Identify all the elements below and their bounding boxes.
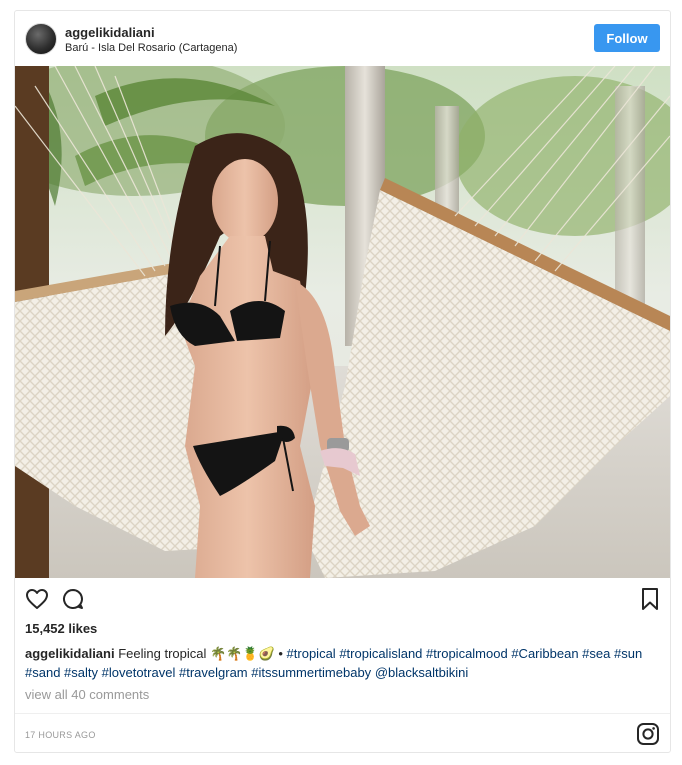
hashtag-link[interactable]: #tropical bbox=[287, 646, 336, 661]
instagram-icon[interactable] bbox=[636, 722, 660, 746]
hashtag-link[interactable]: #itssummertimebaby bbox=[251, 665, 371, 680]
mention-link[interactable]: @blacksaltbikini bbox=[375, 665, 468, 680]
divider bbox=[15, 713, 670, 714]
bookmark-icon[interactable] bbox=[636, 585, 664, 613]
caption-emoji: 🌴🌴🍍🥑 • bbox=[210, 646, 283, 661]
caption: aggelikidaliani Feeling tropical 🌴🌴🍍🥑 • … bbox=[25, 644, 665, 682]
post-photo-illustration bbox=[15, 66, 670, 578]
hashtag-link[interactable]: #sand bbox=[25, 665, 60, 680]
caption-username[interactable]: aggelikidaliani bbox=[25, 646, 115, 661]
post-header: aggelikidaliani Barú - Isla Del Rosario … bbox=[15, 11, 670, 67]
post-actions bbox=[15, 585, 670, 615]
hashtag-link[interactable]: #travelgram bbox=[179, 665, 248, 680]
caption-text: Feeling tropical bbox=[118, 646, 207, 661]
hashtag-link[interactable]: #sea bbox=[582, 646, 610, 661]
hashtag-link[interactable]: #salty bbox=[64, 665, 98, 680]
username-link[interactable]: aggelikidaliani bbox=[65, 25, 237, 40]
post-photo[interactable] bbox=[15, 66, 670, 578]
comment-icon[interactable] bbox=[59, 585, 87, 613]
hashtag-link[interactable]: #lovetotravel bbox=[102, 665, 176, 680]
likes-count[interactable]: 15,452 likes bbox=[25, 621, 97, 636]
hashtag-link[interactable]: #tropicalmood bbox=[426, 646, 508, 661]
instagram-embed-card: aggelikidaliani Barú - Isla Del Rosario … bbox=[14, 10, 671, 753]
location-link[interactable]: Barú - Isla Del Rosario (Cartagena) bbox=[65, 41, 237, 56]
user-block: aggelikidaliani Barú - Isla Del Rosario … bbox=[65, 25, 237, 56]
hashtag-link[interactable]: #Caribbean bbox=[511, 646, 578, 661]
hashtag-link[interactable]: #sun bbox=[614, 646, 642, 661]
follow-button[interactable]: Follow bbox=[594, 24, 660, 52]
heart-icon[interactable] bbox=[23, 585, 51, 613]
hashtag-link[interactable]: #tropicalisland bbox=[339, 646, 422, 661]
post-timestamp[interactable]: 17 HOURS AGO bbox=[25, 730, 96, 740]
avatar[interactable] bbox=[25, 23, 57, 55]
view-all-comments-link[interactable]: view all 40 comments bbox=[25, 687, 149, 702]
